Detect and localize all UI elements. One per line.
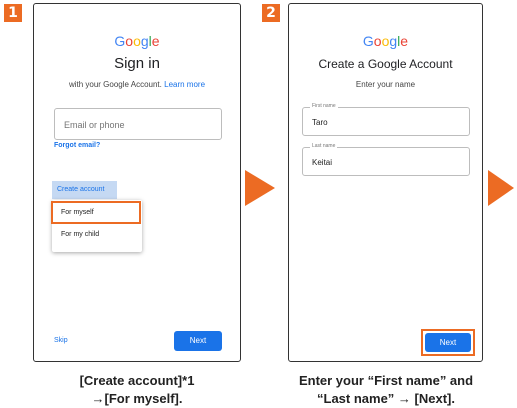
email-placeholder: Email or phone <box>64 120 125 130</box>
email-field[interactable]: Email or phone <box>54 108 222 140</box>
google-logo: Google <box>114 33 160 49</box>
step-1-caption: [Create account]*1 →[For myself]. <box>79 373 195 406</box>
first-name-field[interactable]: First name Taro <box>302 103 470 136</box>
page-subtitle: with your Google Account. Learn more <box>68 80 206 89</box>
highlight-for-myself <box>51 201 141 224</box>
step-1-badge: 1 <box>4 4 22 22</box>
step-1-phone-screen: Google Sign in with your Google Account.… <box>33 3 241 362</box>
step-2-phone-screen: Google Create a Google Account Enter you… <box>288 3 483 362</box>
page-subtitle: Enter your name <box>355 80 416 89</box>
learn-more-link[interactable]: Learn more <box>164 80 205 89</box>
google-logo: Google <box>362 33 409 49</box>
page-title: Sign in <box>114 55 160 72</box>
forgot-email-link[interactable]: Forgot email? <box>54 142 100 149</box>
menu-item-for-my-child[interactable]: For my child <box>52 231 142 238</box>
step-2-caption: Enter your “First name” and “Last name” … <box>298 373 474 406</box>
highlight-next-button <box>421 329 475 356</box>
create-account-button[interactable]: Create account <box>52 181 117 199</box>
last-name-field[interactable]: Last name Keitai <box>302 143 470 176</box>
first-name-label: First name <box>310 103 338 109</box>
next-step-arrow <box>245 170 275 206</box>
step-2-badge: 2 <box>262 4 280 22</box>
last-name-value: Keitai <box>312 158 333 167</box>
page-title: Create a Google Account <box>318 57 453 71</box>
skip-button[interactable]: Skip <box>54 337 68 344</box>
last-name-label: Last name <box>310 143 338 149</box>
next-button[interactable]: Next <box>174 331 222 351</box>
first-name-value: Taro <box>312 118 328 127</box>
next-step-arrow <box>488 170 514 206</box>
